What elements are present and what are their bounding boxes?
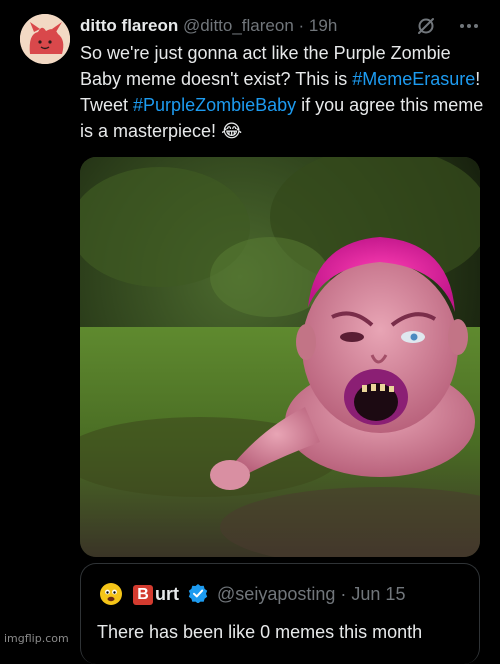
- display-name[interactable]: ditto flareon: [80, 16, 178, 35]
- quote-separator: ·: [340, 584, 347, 604]
- separator: ·: [298, 16, 305, 35]
- quote-display-name[interactable]: urt: [155, 584, 179, 604]
- tweet-header: ditto flareon @ditto_flareon · 19h: [80, 14, 480, 38]
- avatar[interactable]: [20, 14, 70, 64]
- timestamp[interactable]: 19h: [309, 16, 337, 35]
- hashtag-meme-erasure[interactable]: #MemeErasure: [352, 69, 475, 89]
- laughing-emoji: 😂: [221, 121, 243, 141]
- hashtag-purple-zombie-baby[interactable]: #PurpleZombieBaby: [133, 95, 296, 115]
- tweet-image[interactable]: [80, 157, 480, 557]
- user-handle[interactable]: @ditto_flareon: [183, 16, 294, 35]
- quote-handle[interactable]: @seiyaposting: [217, 584, 335, 604]
- quoted-tweet[interactable]: Burt @seiyaposting · Jun 15 There has be…: [80, 563, 480, 664]
- grok-slash-icon[interactable]: [416, 16, 436, 36]
- quote-text: There has been like 0 memes this month: [97, 622, 423, 642]
- tweet-text: So we're just gonna act like the Purple …: [80, 40, 485, 144]
- quote-header: Burt @seiyaposting · Jun 15: [133, 582, 405, 606]
- verified-badge-icon: [188, 583, 208, 604]
- b-badge: B: [133, 585, 153, 605]
- quote-avatar-icon: [100, 583, 122, 605]
- imgflip-watermark: imgflip.com: [4, 632, 69, 645]
- ditto-avatar-icon: [20, 14, 70, 64]
- quote-date[interactable]: Jun 15: [351, 584, 405, 604]
- quote-avatar[interactable]: [99, 582, 123, 606]
- purple-zombie-baby-image: [80, 157, 480, 557]
- more-icon[interactable]: [458, 16, 480, 36]
- tweet: ditto flareon @ditto_flareon · 19h So we…: [0, 0, 500, 664]
